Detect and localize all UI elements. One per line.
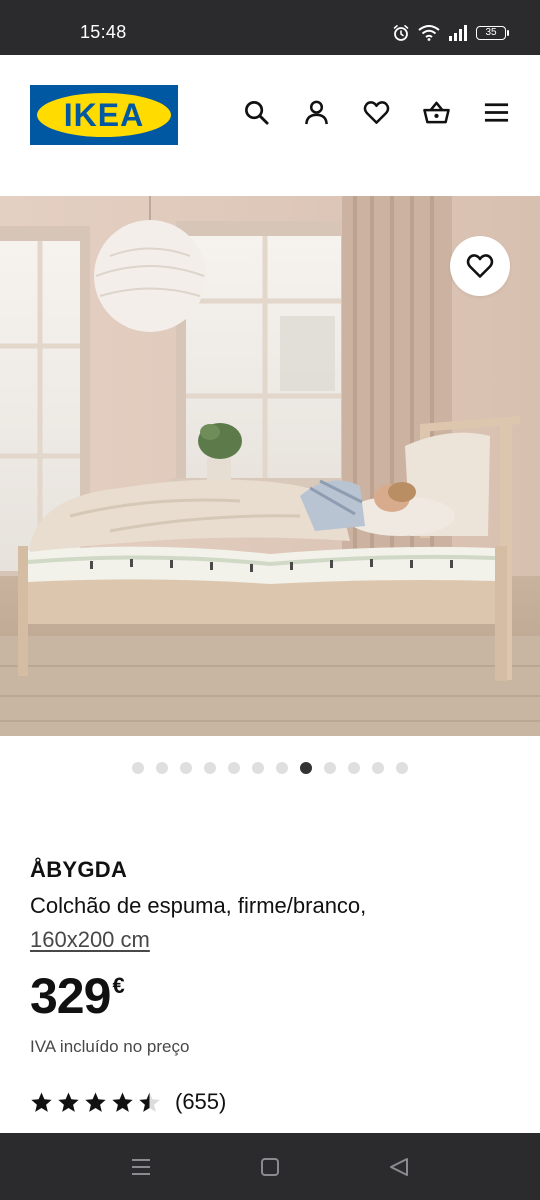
- rating-stars: [30, 1091, 161, 1114]
- star-full-icon: [31, 1091, 52, 1112]
- star-full-icon: [112, 1091, 133, 1112]
- alarm-icon: [393, 25, 409, 41]
- star-full-icon: [58, 1091, 79, 1112]
- product-price: 329 €: [30, 969, 510, 1023]
- carousel-dot[interactable]: [300, 762, 312, 774]
- vat-note: IVA incluído no preço: [30, 1037, 190, 1056]
- status-bar: 15:48 35: [0, 0, 540, 55]
- carousel-dot[interactable]: [396, 762, 408, 774]
- search-icon[interactable]: [243, 99, 270, 126]
- wishlist-icon[interactable]: [363, 99, 390, 126]
- home-icon[interactable]: [258, 1155, 282, 1179]
- system-nav-bar: [0, 1133, 540, 1200]
- recents-icon[interactable]: [129, 1155, 153, 1179]
- ikea-logo[interactable]: IKEA: [30, 85, 178, 145]
- carousel-dot[interactable]: [252, 762, 264, 774]
- carousel-dot[interactable]: [228, 762, 240, 774]
- logo-text: IKEA: [63, 97, 145, 133]
- product-image[interactable]: [0, 196, 540, 736]
- header-actions: [243, 99, 510, 126]
- account-icon[interactable]: [303, 99, 330, 126]
- carousel-dot[interactable]: [204, 762, 216, 774]
- carousel-dot[interactable]: [156, 762, 168, 774]
- carousel-dot[interactable]: [180, 762, 192, 774]
- product-rating[interactable]: (655): [30, 1089, 510, 1115]
- wifi-icon: [418, 25, 440, 41]
- back-icon[interactable]: [387, 1155, 411, 1179]
- product-size-link[interactable]: 160x200 cm: [30, 923, 510, 957]
- status-icons: 35: [392, 24, 509, 42]
- star-half-icon: [139, 1091, 160, 1112]
- carousel-indicator: [0, 762, 540, 774]
- carousel-dot[interactable]: [132, 762, 144, 774]
- product-description: Colchão de espuma, firme/branco,: [30, 893, 367, 918]
- carousel-dot[interactable]: [372, 762, 384, 774]
- price-currency: €: [112, 973, 125, 998]
- add-to-wishlist-button[interactable]: [450, 236, 510, 296]
- product-name: ÅBYGDA: [30, 857, 128, 882]
- heart-icon: [466, 254, 494, 278]
- carousel-dot[interactable]: [324, 762, 336, 774]
- battery-icon: 35: [476, 26, 509, 40]
- menu-icon[interactable]: [483, 99, 510, 126]
- cart-icon[interactable]: [423, 99, 450, 126]
- signal-icon: [449, 25, 467, 41]
- carousel-dot[interactable]: [276, 762, 288, 774]
- price-integer: 329: [30, 968, 111, 1024]
- star-full-icon: [85, 1091, 106, 1112]
- status-time: 15:48: [80, 22, 127, 42]
- product-info: ÅBYGDA Colchão de espuma, firme/branco, …: [30, 855, 510, 1115]
- carousel-dot[interactable]: [348, 762, 360, 774]
- app-header: IKEA: [0, 55, 540, 195]
- review-count: (655): [175, 1089, 227, 1114]
